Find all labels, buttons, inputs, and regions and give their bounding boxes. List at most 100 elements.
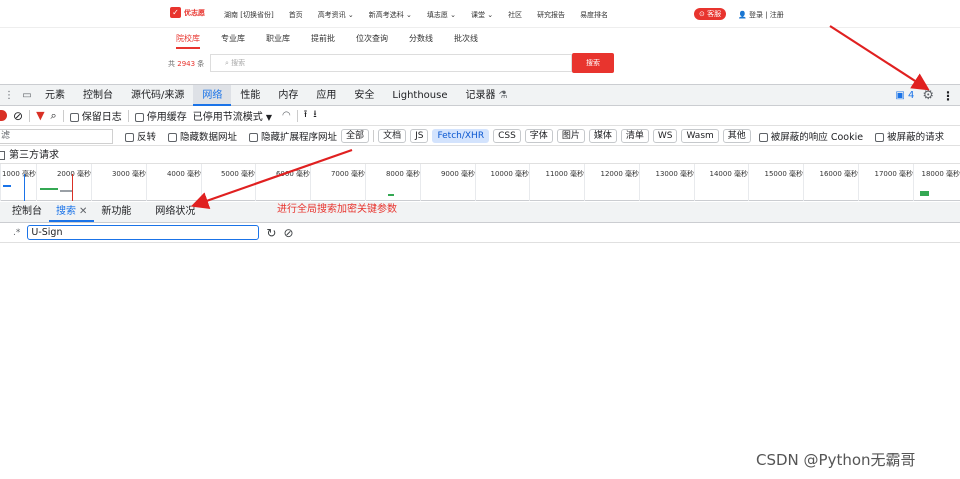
import-har-icon[interactable]: ⭱ (304, 107, 308, 124)
disable-cache-checkbox[interactable]: 停用缓存 (134, 108, 187, 123)
login-link[interactable]: 👤 登录 | 注册 (738, 10, 784, 20)
checkbox-box (0, 150, 5, 160)
nav-province[interactable]: 湖南 [切换省份] (224, 10, 274, 20)
timeline-tick: 12000 毫秒 (584, 164, 639, 201)
type-img[interactable]: 图片 (556, 129, 585, 143)
nav-class[interactable]: 课堂 ⌄ (471, 10, 493, 20)
hide-ext-urls-checkbox[interactable]: 隐藏扩展程序网址 (249, 129, 337, 143)
load-line (72, 174, 73, 201)
type-css[interactable]: CSS (493, 129, 521, 143)
dropdown-arrow-icon: ▼ (265, 113, 273, 122)
close-icon[interactable]: ✕ (79, 206, 87, 217)
network-conditions-icon[interactable]: ◠ (282, 110, 291, 121)
tab-memory[interactable]: 内存 (269, 85, 307, 106)
search-icon[interactable]: ⌕ (51, 109, 57, 123)
site-tab-batch[interactable]: 批次线 (454, 33, 478, 49)
type-other[interactable]: 其他 (722, 129, 751, 143)
type-font[interactable]: 字体 (524, 129, 553, 143)
nav-home[interactable]: 首页 (289, 10, 303, 20)
type-doc[interactable]: 文档 (378, 129, 407, 143)
blocked-requests-label: 被屏蔽的请求 (887, 132, 945, 143)
site-tab-scores[interactable]: 分数线 (409, 33, 433, 49)
tab-sources[interactable]: 源代码/来源 (122, 85, 193, 106)
type-all[interactable]: 全部 (341, 129, 370, 143)
type-js[interactable]: JS (410, 129, 429, 143)
more-options-icon[interactable]: ⋮ (942, 89, 954, 103)
divider (29, 109, 31, 122)
refresh-icon[interactable]: ↻ (266, 226, 276, 240)
record-icon[interactable] (0, 110, 7, 121)
network-overview-timeline[interactable]: 1000 毫秒 2000 毫秒 3000 毫秒 4000 毫秒 5000 毫秒 … (0, 164, 960, 201)
throttle-label: 已停用节流模式 (192, 112, 263, 123)
type-wasm[interactable]: Wasm (681, 129, 719, 143)
site-logo[interactable]: ✓ 优志愿 (170, 7, 205, 18)
nav-news[interactable]: 高考资讯 ⌄ (318, 10, 354, 20)
type-fetch-xhr[interactable]: Fetch/XHR (432, 129, 490, 143)
tab-performance[interactable]: 性能 (231, 85, 269, 106)
device-toolbar-icon[interactable]: ▭ (18, 90, 36, 101)
throttle-select[interactable]: 已停用节流模式 ▼ (193, 108, 272, 123)
site-tab-careers[interactable]: 职业库 (266, 33, 290, 49)
filter-input[interactable]: 滤 (0, 128, 113, 144)
result-count: 共 2943 条 (168, 59, 204, 69)
search-panel-toolbar: .* U-Sign ↻ ⊘ (0, 223, 960, 243)
checkbox-box (875, 133, 885, 142)
nav-apply[interactable]: 填志愿 ⌄ (427, 10, 456, 20)
site-tab-colleges[interactable]: 院校库 (176, 33, 200, 49)
clear-search-icon[interactable]: ⊘ (283, 226, 293, 240)
preserve-log-checkbox[interactable]: 保留日志 (69, 108, 122, 123)
regex-toggle[interactable]: .* (13, 228, 20, 238)
blocked-requests-checkbox[interactable]: 被屏蔽的请求 (875, 129, 944, 143)
drawer-tab-console[interactable]: 控制台 (5, 202, 49, 222)
disable-cache-label: 停用缓存 (146, 112, 187, 123)
timeline-tick: 11000 毫秒 (529, 164, 584, 201)
inspect-icon[interactable]: ⋮ (0, 90, 18, 101)
site-search-placeholder: 搜索 (231, 59, 246, 67)
timeline-tick: 1000 毫秒 (0, 164, 36, 201)
tab-recorder[interactable]: 记录器 (457, 85, 505, 106)
network-toolbar: ⊘ ▼ ⌕ 保留日志 停用缓存 已停用节流模式 ▼ ◠ ⭱ ⭳ (0, 106, 960, 126)
tab-security[interactable]: 安全 (345, 85, 383, 106)
site-search-input[interactable]: ⌕ 搜索 (210, 54, 572, 72)
filter-funnel-icon[interactable]: ▼ (36, 109, 44, 122)
site-tab-rank[interactable]: 位次查询 (356, 33, 388, 49)
tab-application[interactable]: 应用 (307, 85, 345, 106)
checkbox-box (249, 133, 259, 142)
type-ws[interactable]: WS (652, 129, 678, 143)
timeline-tick: 3000 毫秒 (91, 164, 146, 201)
site-header: ✓ 优志愿 湖南 [切换省份] 首页 高考资讯 ⌄ 新高考选科 ⌄ 填志愿 ⌄ … (0, 0, 960, 28)
kefu-label: 客服 (707, 10, 722, 18)
nav-subjects[interactable]: 新高考选科 ⌄ (369, 10, 412, 20)
issues-badge[interactable]: ▣ 4 (895, 90, 914, 101)
type-media[interactable]: 媒体 (588, 129, 617, 143)
hide-data-urls-checkbox[interactable]: 隐藏数据网址 (168, 129, 237, 143)
settings-gear-icon[interactable]: ⚙ (922, 88, 934, 103)
tab-console[interactable]: 控制台 (74, 85, 122, 106)
nav-reports[interactable]: 研究报告 (537, 10, 565, 20)
search-query-input[interactable]: U-Sign (27, 225, 260, 240)
clear-icon[interactable]: ⊘ (13, 109, 23, 123)
nav-community[interactable]: 社区 (508, 10, 522, 20)
website-area: ✓ 优志愿 湖南 [切换省份] 首页 高考资讯 ⌄ 新高考选科 ⌄ 填志愿 ⌄ … (0, 0, 960, 84)
divider (296, 109, 298, 122)
timeline-tick: 4000 毫秒 (146, 164, 201, 201)
timeline-tick: 7000 毫秒 (310, 164, 365, 201)
kefu-button[interactable]: ⊙ 客服 (694, 8, 727, 20)
site-tab-majors[interactable]: 专业库 (221, 33, 245, 49)
blocked-cookies-checkbox[interactable]: 被屏蔽的响应 Cookie (758, 129, 863, 143)
drawer-tab-network-conditions[interactable]: 网络状况 (148, 202, 202, 222)
invert-checkbox[interactable]: 反转 (125, 129, 156, 143)
third-party-label: 第三方请求 (9, 150, 59, 161)
site-search-button[interactable]: 搜索 (572, 53, 614, 73)
export-har-icon[interactable]: ⭳ (313, 107, 317, 124)
drawer-tab-whats-new[interactable]: 新功能 (94, 202, 138, 222)
nav-ranking[interactable]: 易度排名 (580, 10, 608, 20)
type-manifest[interactable]: 清单 (620, 129, 649, 143)
third-party-checkbox[interactable]: 第三方请求 (0, 150, 59, 161)
site-tabs: 院校库 专业库 职业库 提前批 位次查询 分数线 批次线 (176, 33, 478, 49)
drawer-tab-search[interactable]: 搜索 ✕ (49, 202, 95, 222)
site-tab-early[interactable]: 提前批 (311, 33, 335, 49)
tab-network[interactable]: 网络 (193, 84, 232, 106)
tab-elements[interactable]: 元素 (36, 85, 74, 106)
tab-lighthouse[interactable]: Lighthouse (383, 85, 456, 106)
